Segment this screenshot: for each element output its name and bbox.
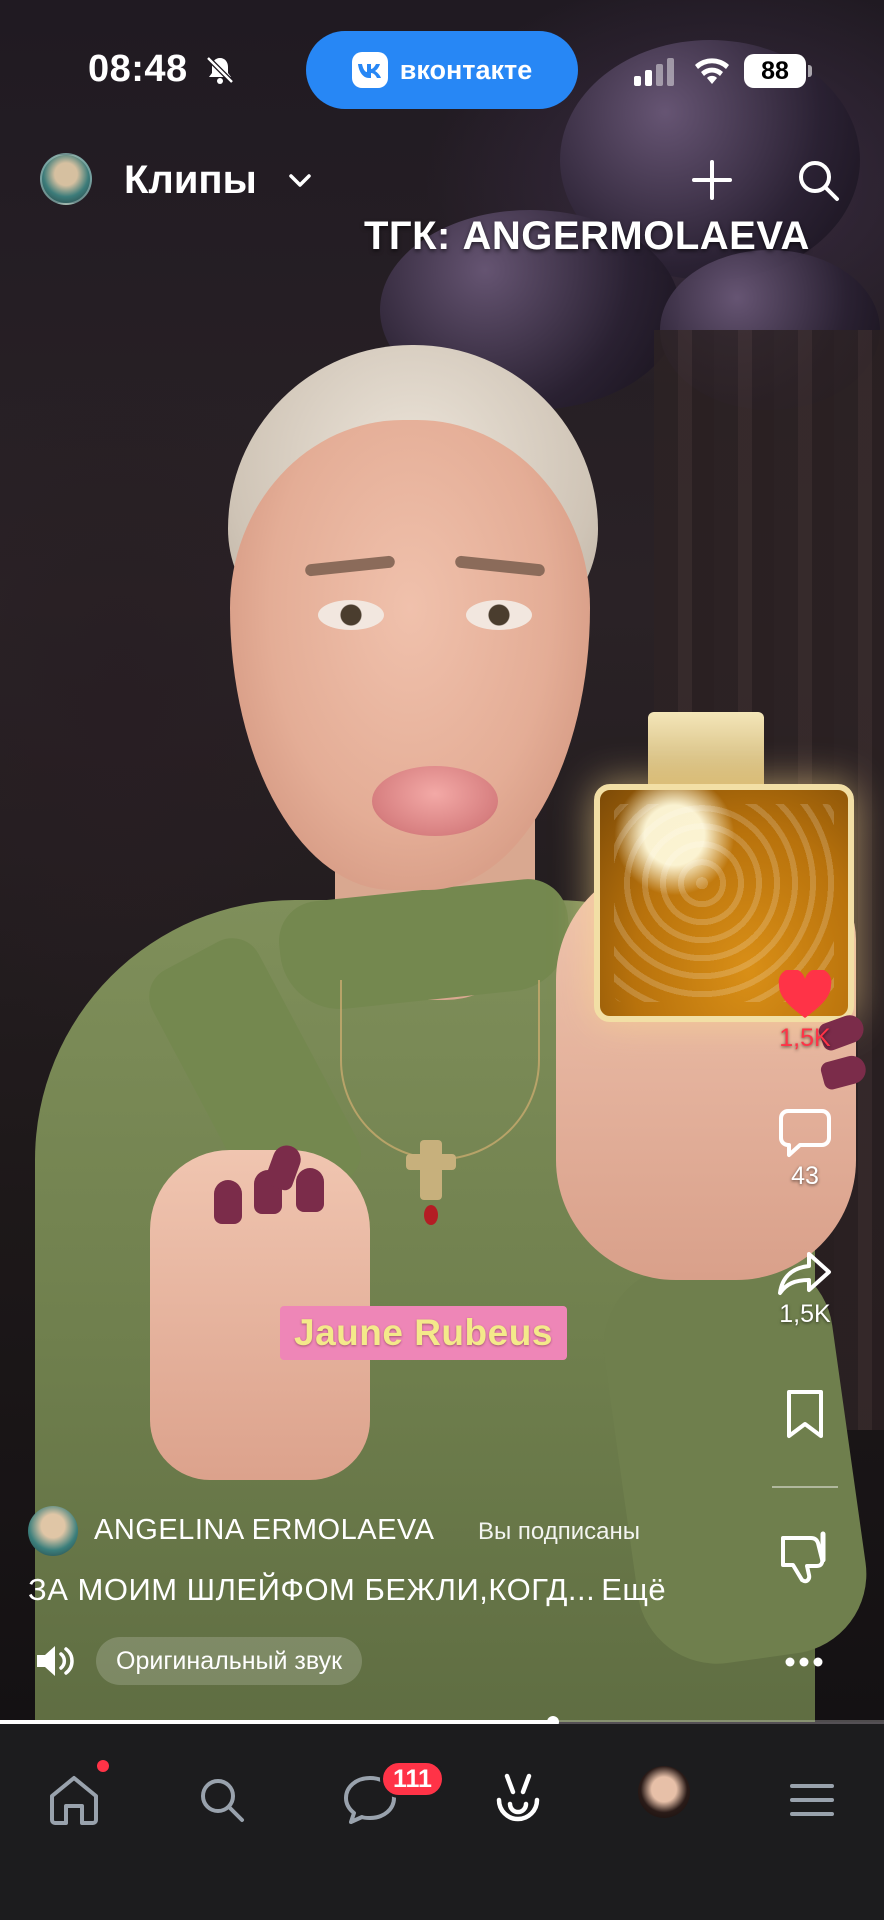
messages-badge: 111 [380,1760,445,1798]
tab-profile-avatar[interactable] [638,1766,690,1818]
home-notification-dot [97,1760,109,1772]
share-button[interactable]: 1,5K [770,1250,840,1329]
rail-divider [772,1486,838,1488]
vk-logo-icon [351,52,388,88]
clip-caption[interactable]: ЗА МОИМ ШЛЕЙФОМ БЕЖЛИ,КОГД... Ещё [28,1572,666,1608]
comment-count: 43 [791,1162,819,1190]
tab-clips[interactable] [486,1768,550,1832]
like-count: 1,5K [779,1024,831,1052]
vk-pill-label: вконтакте [399,54,533,85]
comment-icon [779,1109,831,1157]
original-sound-button[interactable]: Оригинальный звук [96,1637,363,1685]
share-arrow-icon [778,1252,831,1295]
bookmark-button[interactable] [770,1388,840,1440]
profile-avatar[interactable] [40,153,92,205]
search-icon[interactable] [794,156,842,204]
video-overlay-text: ТГК: ANGERMOLAEVA [364,214,810,258]
caption-more-link[interactable]: Ещё [601,1572,666,1607]
heart-icon [778,970,832,1018]
search-tab-icon [201,1779,244,1822]
thumbs-down-icon [781,1531,826,1584]
video-sticker-text: Jaune Rubeus [280,1306,567,1360]
subscription-status[interactable]: Вы подписаны [478,1518,640,1546]
wifi-icon [695,58,729,84]
status-time: 08:48 [88,48,188,90]
clips-screen: 08:48 вконтакте 88 Клипы ТГК: ANGERMOLAE… [0,0,884,1920]
author-avatar[interactable] [28,1506,78,1556]
tab-search[interactable] [190,1768,254,1832]
menu-icon [790,1784,834,1816]
bookmark-icon [787,1390,823,1438]
more-options-icon[interactable] [784,1652,824,1672]
share-count: 1,5K [779,1300,831,1328]
chevron-down-icon[interactable] [286,168,314,192]
sound-label: Оригинальный звук [116,1646,343,1675]
tab-home[interactable] [42,1768,106,1832]
author-name[interactable]: ANGELINA ERMOLAEVA [94,1514,434,1547]
sound-on-icon[interactable] [34,1643,74,1679]
tab-menu[interactable] [780,1768,844,1832]
caption-text: ЗА МОИМ ШЛЕЙФОМ БЕЖЛИ,КОГД... [28,1572,596,1607]
battery-indicator: 88 [744,54,812,88]
home-icon [50,1776,98,1825]
page-title[interactable]: Клипы [124,158,257,203]
signal-icon [634,58,674,86]
vk-app-pill[interactable]: вконтакте [306,31,578,109]
clips-icon [496,1773,540,1822]
bell-off-icon [206,56,234,84]
bottom-tab-bar: 111 [0,1724,884,1920]
dislike-button[interactable] [770,1530,840,1584]
like-button[interactable]: 1,5K [770,970,840,1053]
comment-button[interactable]: 43 [770,1108,840,1191]
add-clip-button[interactable] [688,156,736,204]
